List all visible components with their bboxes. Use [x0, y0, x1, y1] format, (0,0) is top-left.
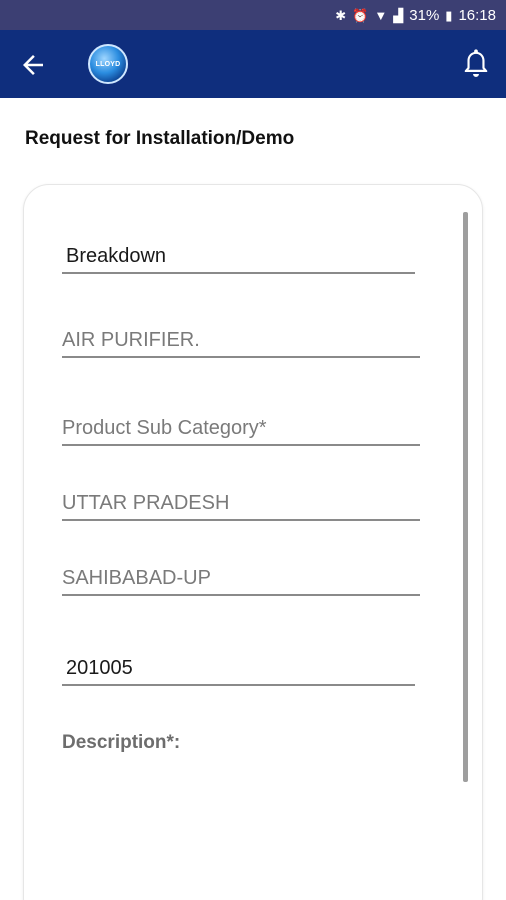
- state-dropdown[interactable]: UTTAR PRADESH: [62, 481, 420, 521]
- battery-icon: ▮: [445, 7, 453, 23]
- bluetooth-icon: ✱: [335, 7, 347, 23]
- alarm-icon: ⏰: [352, 7, 369, 23]
- scrollbar[interactable]: [463, 212, 468, 782]
- city-dropdown[interactable]: SAHIBABAD-UP: [62, 556, 420, 596]
- description-label: Description*:: [62, 732, 181, 753]
- battery-percent: 31%: [409, 6, 440, 24]
- signal-icon: ▟: [393, 7, 404, 23]
- brand-logo: LLOYD: [88, 44, 128, 84]
- pincode-field[interactable]: 201005: [62, 646, 415, 686]
- arrow-left-icon: [23, 55, 43, 75]
- app-bar: LLOYD: [0, 30, 506, 98]
- product-sub-category-dropdown[interactable]: Product Sub Category*: [62, 406, 420, 446]
- logo-text: LLOYD: [95, 60, 121, 68]
- status-bar: ✱ ⏰ ▼ ▟ 31% ▮ 16:18: [0, 0, 506, 30]
- clock: 16:18: [458, 6, 496, 24]
- wifi-icon: ▼: [374, 7, 388, 23]
- request-form-card: [23, 184, 483, 900]
- bell-icon: [464, 49, 488, 77]
- notifications-button[interactable]: [460, 46, 492, 82]
- product-category-dropdown[interactable]: AIR PURIFIER.: [62, 318, 420, 358]
- service-type-field[interactable]: Breakdown: [62, 234, 415, 274]
- page-title: Request for Installation/Demo: [25, 128, 295, 149]
- back-button[interactable]: [18, 50, 48, 80]
